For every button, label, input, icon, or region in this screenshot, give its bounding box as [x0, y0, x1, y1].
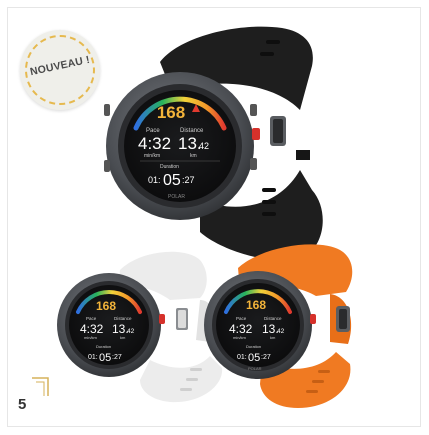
black-duration-seconds: :27 [182, 175, 195, 185]
page-number: 5 [18, 396, 27, 413]
orange-pace-unit: min/km [233, 335, 247, 340]
orange-watch-red-button [310, 314, 316, 324]
white-duration-seconds: :27 [112, 354, 122, 361]
black-distance-decimals: 42 [199, 141, 209, 151]
white-heart-rate: 168 [96, 299, 116, 313]
white-watch-red-button [159, 314, 165, 324]
white-distance-decimals: 42 [127, 328, 135, 335]
orange-brand: POLAR [248, 366, 262, 371]
black-pace-unit: min/km [144, 153, 160, 159]
white-pace-unit: min/km [84, 335, 98, 340]
black-watch-red-button [252, 128, 260, 140]
white-duration-hours: 01: [88, 354, 98, 361]
orange-duration-seconds: :27 [261, 354, 271, 361]
orange-duration-hours: 01: [237, 354, 247, 361]
white-duration-label: Duration [96, 344, 111, 349]
white-distance-unit: km [120, 335, 126, 340]
orange-distance-label: Distance [264, 316, 282, 321]
orange-heart-rate: 168 [246, 298, 266, 312]
black-brand: POLAR [168, 194, 185, 200]
orange-distance-decimals: 42 [277, 328, 285, 335]
white-watch: 168 Pace 4:32 min/km Distance 13. 42 km … [57, 251, 223, 403]
orange-watch: 168 Pace 4:32 min/km Distance 13. 42 km … [204, 244, 353, 408]
white-pace-label: Pace [86, 316, 97, 321]
black-distance-unit: km [190, 153, 197, 159]
watch-product-photo: 168 Pace 4:32 min/km Distance 13. 42 km … [57, 26, 353, 408]
orange-pace-label: Pace [236, 316, 247, 321]
white-distance-label: Distance [114, 316, 132, 321]
black-pace-value: 4:32 [138, 134, 171, 153]
black-duration-label: Duration [160, 164, 179, 170]
black-watch: 168 Pace 4:32 min/km Distance 13. 42 km … [104, 26, 323, 261]
white-duration-minutes: 05 [99, 352, 111, 364]
black-duration-minutes: 05 [163, 172, 181, 189]
white-band-bottom [140, 356, 223, 403]
orange-pace-value: 4:32 [229, 322, 253, 336]
orange-distance-unit: km [270, 335, 276, 340]
corner-bracket-icon [32, 377, 49, 396]
white-pace-value: 4:32 [80, 322, 104, 336]
orange-duration-minutes: 05 [248, 352, 260, 364]
black-heart-rate: 168 [157, 103, 185, 122]
black-duration-hours: 01: [148, 175, 161, 185]
orange-duration-label: Duration [246, 344, 261, 349]
